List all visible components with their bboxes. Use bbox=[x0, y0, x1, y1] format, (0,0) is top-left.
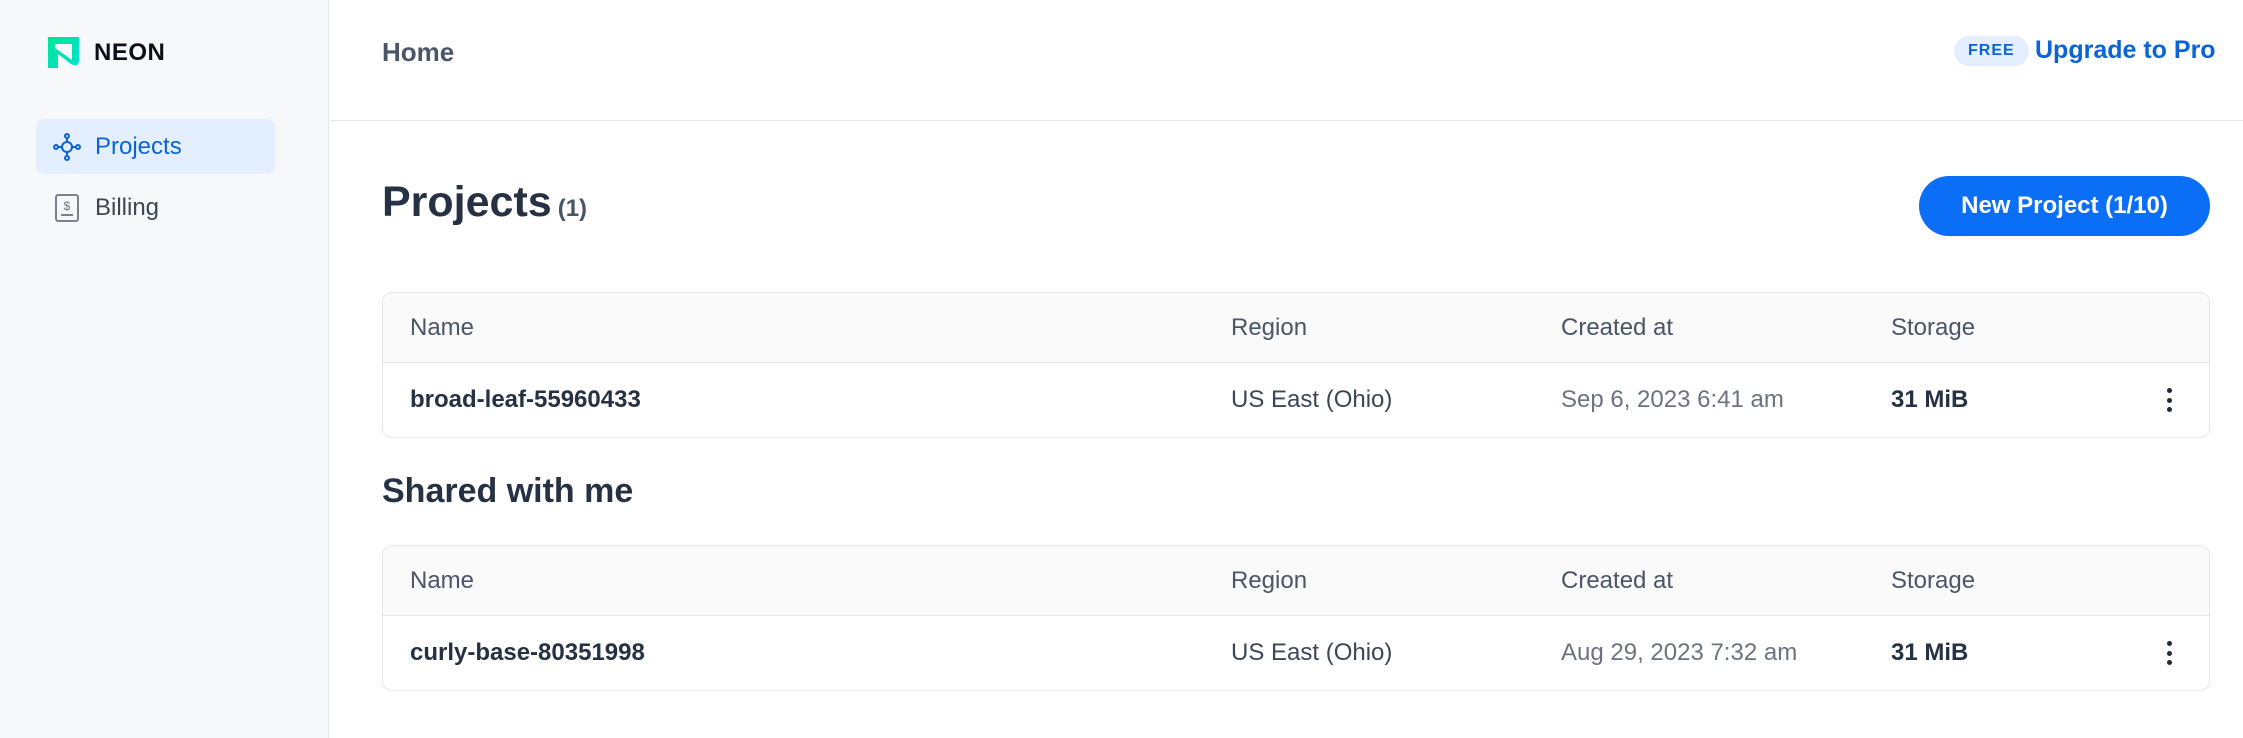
project-region: US East (Ohio) bbox=[1231, 386, 1393, 413]
sidebar-item-projects[interactable]: Projects bbox=[36, 119, 275, 174]
breadcrumb[interactable]: Home bbox=[382, 37, 454, 68]
shared-title: Shared with me bbox=[382, 472, 634, 510]
sidebar: NEON Projects $ Billing bbox=[0, 0, 329, 738]
project-created: Sep 6, 2023 6:41 am bbox=[1561, 386, 1784, 413]
shared-table: Name Region Created at Storage curly-bas… bbox=[382, 545, 2210, 691]
sidebar-nav: Projects $ Billing bbox=[36, 119, 275, 241]
billing-icon: $ bbox=[49, 190, 85, 226]
project-name[interactable]: curly-base-80351998 bbox=[410, 639, 645, 667]
column-header-storage[interactable]: Storage bbox=[1891, 314, 1975, 342]
logo-text: NEON bbox=[94, 38, 166, 66]
table-row[interactable]: broad-leaf-55960433 US East (Ohio) Sep 6… bbox=[383, 363, 2209, 437]
project-name[interactable]: broad-leaf-55960433 bbox=[410, 386, 641, 414]
column-header-name[interactable]: Name bbox=[410, 314, 474, 342]
more-options-icon[interactable] bbox=[2159, 383, 2179, 417]
column-header-name[interactable]: Name bbox=[410, 567, 474, 595]
neon-logo-icon bbox=[48, 37, 79, 68]
projects-count: (1) bbox=[557, 195, 588, 222]
upgrade-link[interactable]: Upgrade to Pro bbox=[2035, 36, 2216, 65]
project-created: Aug 29, 2023 7:32 am bbox=[1561, 639, 1798, 666]
table-header: Name Region Created at Storage bbox=[383, 293, 2209, 363]
column-header-storage[interactable]: Storage bbox=[1891, 567, 1975, 595]
project-storage: 31 MiB bbox=[1891, 386, 1969, 413]
column-header-region[interactable]: Region bbox=[1231, 314, 1307, 342]
column-header-created[interactable]: Created at bbox=[1561, 314, 1673, 342]
column-header-created[interactable]: Created at bbox=[1561, 567, 1673, 595]
more-options-icon[interactable] bbox=[2159, 636, 2179, 670]
projects-icon bbox=[49, 129, 85, 165]
top-bar: Home FREE Upgrade to Pro bbox=[330, 0, 2243, 121]
project-storage: 31 MiB bbox=[1891, 639, 1969, 666]
new-project-button[interactable]: New Project (1/10) bbox=[1919, 176, 2210, 236]
projects-title: Projects bbox=[382, 178, 552, 226]
sidebar-item-label: Projects bbox=[95, 132, 182, 160]
projects-table: Name Region Created at Storage broad-lea… bbox=[382, 292, 2210, 438]
column-header-region[interactable]: Region bbox=[1231, 567, 1307, 595]
neon-logo[interactable]: NEON bbox=[45, 34, 165, 71]
plan-badge: FREE bbox=[1954, 36, 2029, 66]
sidebar-item-billing[interactable]: $ Billing bbox=[36, 180, 275, 235]
sidebar-item-label: Billing bbox=[95, 193, 160, 221]
svg-text:$: $ bbox=[64, 199, 71, 213]
project-region: US East (Ohio) bbox=[1231, 639, 1393, 666]
page-title: Projects (1) bbox=[382, 178, 587, 227]
table-header: Name Region Created at Storage bbox=[383, 546, 2209, 616]
table-row[interactable]: curly-base-80351998 US East (Ohio) Aug 2… bbox=[383, 616, 2209, 690]
